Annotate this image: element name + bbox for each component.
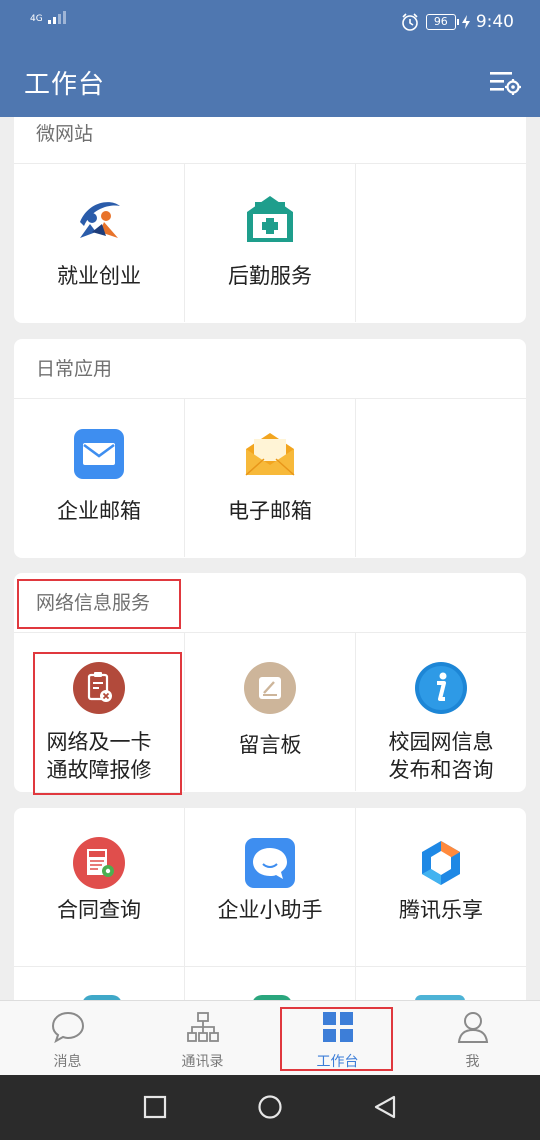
chat-bubble-icon <box>245 838 295 888</box>
app-bar: 工作台 <box>0 44 540 117</box>
section-title: 微网站 <box>14 117 526 164</box>
app-label: 留言板 <box>238 733 302 757</box>
section-daily-apps: 日常应用 企业邮箱 电子邮箱 <box>14 339 526 558</box>
app-enterprise-assistant[interactable]: 企业小助手 <box>185 808 356 966</box>
battery-level: 96 <box>425 14 459 30</box>
message-board-icon <box>244 662 296 714</box>
contract-icon <box>73 837 125 889</box>
app-employment[interactable]: 就业创业 <box>14 164 185 322</box>
signal-indicator: 4G <box>30 10 70 24</box>
app-enterprise-mail[interactable]: 企业邮箱 <box>14 399 185 557</box>
app-logistics[interactable]: 后勤服务 <box>185 164 356 322</box>
tab-me[interactable]: 我 <box>405 1001 540 1075</box>
empty-cell <box>356 164 526 322</box>
workbench-content[interactable]: 微网站 就业创业 后勤服务 日常应用 企业邮箱 电子邮箱 网络信息服务 网络及一… <box>0 117 540 1000</box>
section-micro-website: 微网站 就业创业 后勤服务 <box>14 117 526 323</box>
status-bar: 4G 96 9:40 <box>0 0 540 44</box>
tab-label: 通讯录 <box>181 1054 224 1070</box>
tab-label: 我 <box>465 1054 480 1070</box>
app-label: 企业邮箱 <box>57 499 141 523</box>
empty-cell <box>356 399 526 557</box>
signal-icon <box>47 11 66 24</box>
tab-messages[interactable]: 消息 <box>0 1001 135 1075</box>
highlight-workbench-tab <box>280 1007 393 1071</box>
clock: 9:40 <box>475 12 514 32</box>
person-icon <box>457 1012 488 1043</box>
app-label: 校园网信息 发布和咨询 <box>388 730 494 782</box>
recents-icon[interactable] <box>142 1094 168 1120</box>
envelope-icon <box>245 433 295 476</box>
charging-icon <box>461 15 470 29</box>
tab-contacts[interactable]: 通讯录 <box>135 1001 270 1075</box>
tab-label: 消息 <box>53 1054 82 1070</box>
highlight-repair-app <box>33 652 182 795</box>
app-label: 腾讯乐享 <box>399 898 483 922</box>
section-title: 日常应用 <box>14 339 526 399</box>
app-label: 企业小助手 <box>217 898 323 922</box>
system-nav-bar <box>0 1075 540 1140</box>
app-email[interactable]: 电子邮箱 <box>185 399 356 557</box>
back-icon[interactable] <box>372 1094 398 1120</box>
app-label: 就业创业 <box>57 264 141 288</box>
page-title: 工作台 <box>24 70 106 100</box>
message-icon <box>51 1011 84 1044</box>
home-icon[interactable] <box>257 1094 283 1120</box>
list-settings-icon[interactable] <box>488 67 522 97</box>
employment-icon <box>80 202 120 238</box>
mail-icon <box>74 429 124 479</box>
app-tencent-lexiang[interactable]: 腾讯乐享 <box>356 808 526 966</box>
info-icon <box>415 662 467 714</box>
app-label: 后勤服务 <box>228 264 312 288</box>
section-tools: 合同查询 企业小助手 腾讯乐享 <box>14 808 526 1000</box>
app-label: 合同查询 <box>57 898 141 922</box>
logistics-icon <box>247 196 293 242</box>
app-message-board[interactable]: 留言板 <box>185 633 356 791</box>
lexiang-icon <box>422 841 460 885</box>
contacts-icon <box>186 1012 219 1042</box>
app-label: 电子邮箱 <box>228 499 312 523</box>
network-type: 4G <box>30 14 43 24</box>
highlight-section-title <box>17 579 181 629</box>
app-contract-query[interactable]: 合同查询 <box>14 808 185 966</box>
app-campus-network-info[interactable]: 校园网信息 发布和咨询 <box>356 633 526 791</box>
bottom-tab-bar: 消息 通讯录 工作台 我 <box>0 1000 540 1075</box>
alarm-icon <box>402 13 418 31</box>
